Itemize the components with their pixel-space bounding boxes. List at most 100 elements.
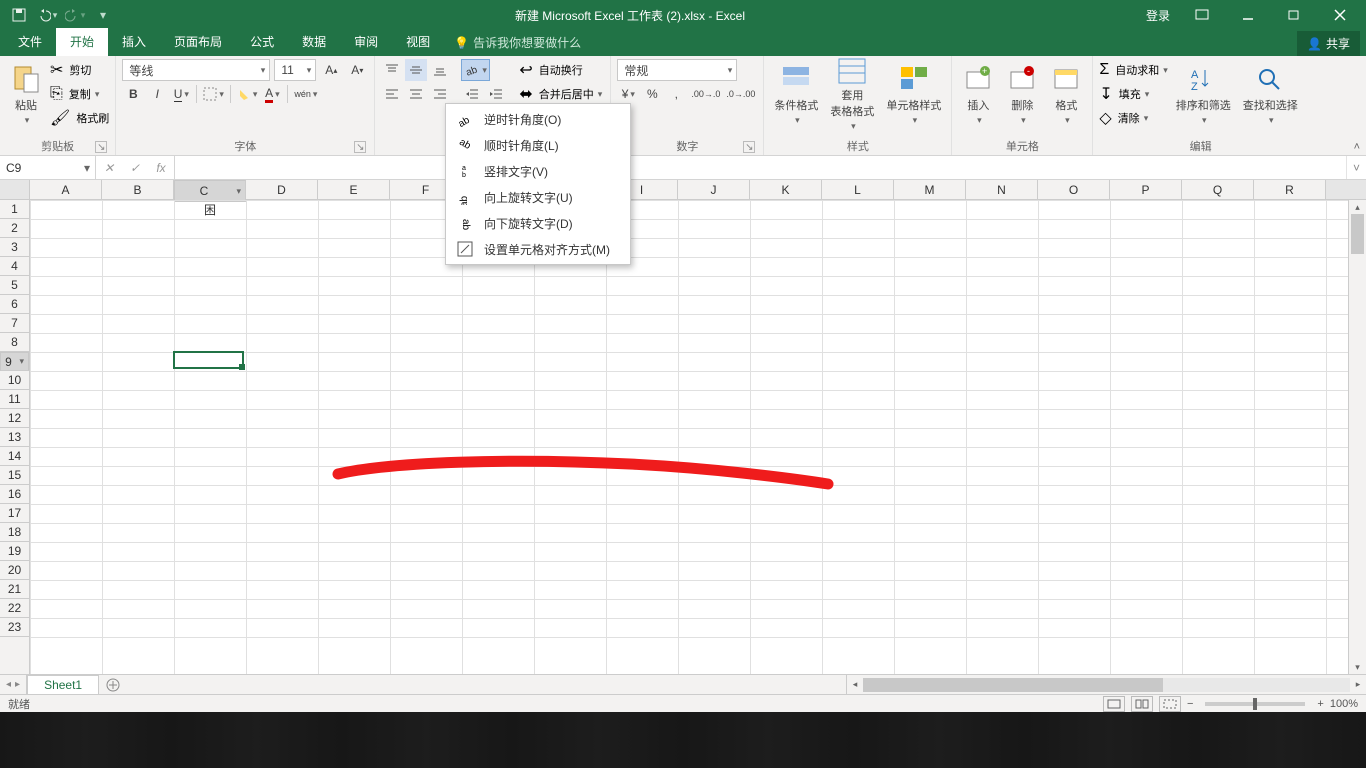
col-header-R[interactable]: R	[1254, 180, 1326, 199]
view-normal-icon[interactable]	[1103, 696, 1125, 712]
number-dialog-icon[interactable]: ↘	[743, 141, 755, 153]
zoom-slider[interactable]	[1205, 702, 1305, 706]
row-header-3[interactable]: 3	[0, 238, 29, 257]
row-header-5[interactable]: 5	[0, 276, 29, 295]
col-header-P[interactable]: P	[1110, 180, 1182, 199]
sheet-tab-1[interactable]: Sheet1	[27, 675, 99, 694]
row-header-13[interactable]: 13	[0, 428, 29, 447]
expand-formula-bar-icon[interactable]: ˅	[1346, 156, 1366, 179]
decrease-font-icon[interactable]: A▾	[346, 59, 368, 81]
align-top-icon[interactable]	[381, 59, 403, 81]
orientation-rotate-down[interactable]: ab向下旋转文字(D)	[446, 210, 630, 236]
border-button[interactable]: ▾	[201, 83, 226, 105]
scroll-up-icon[interactable]: ▴	[1349, 200, 1366, 214]
conditional-format-button[interactable]: 条件格式▾	[770, 59, 822, 129]
insert-cells-button[interactable]: +插入▾	[958, 59, 998, 129]
row-header-11[interactable]: 11	[0, 390, 29, 409]
col-header-N[interactable]: N	[966, 180, 1038, 199]
tell-me-search[interactable]: 💡告诉我你想要做什么	[444, 29, 591, 56]
tab-page-layout[interactable]: 页面布局	[160, 28, 236, 56]
share-button[interactable]: 👤共享	[1297, 31, 1360, 56]
align-middle-icon[interactable]	[405, 59, 427, 81]
tab-view[interactable]: 视图	[392, 28, 444, 56]
scroll-right-icon[interactable]: ▸	[1350, 679, 1366, 690]
row-header-22[interactable]: 22	[0, 599, 29, 618]
add-sheet-button[interactable]	[99, 675, 127, 694]
table-format-button[interactable]: 套用 表格格式▾	[826, 59, 878, 129]
align-right-icon[interactable]	[429, 83, 451, 105]
phonetic-button[interactable]: wén▾	[292, 83, 319, 105]
orientation-vertical[interactable]: ab竖排文字(V)	[446, 158, 630, 184]
find-select-button[interactable]: 查找和选择▾	[1239, 59, 1302, 129]
select-all-corner[interactable]	[0, 180, 30, 199]
clear-button[interactable]: ◇清除▾	[1099, 107, 1167, 129]
decrease-indent-icon[interactable]	[461, 83, 483, 105]
autosum-button[interactable]: Σ自动求和▾	[1099, 59, 1167, 81]
name-box[interactable]: C9▾	[0, 156, 96, 179]
customize-qat-icon[interactable]: ▾	[92, 4, 114, 26]
view-page-break-icon[interactable]	[1159, 696, 1181, 712]
percent-format-icon[interactable]: %	[641, 83, 663, 105]
collapse-ribbon-icon[interactable]: ˄	[1354, 141, 1360, 153]
col-header-E[interactable]: E	[318, 180, 390, 199]
row-header-21[interactable]: 21	[0, 580, 29, 599]
increase-font-icon[interactable]: A▴	[320, 59, 342, 81]
fill-color-button[interactable]: ▾	[235, 83, 260, 105]
zoom-out-icon[interactable]: −	[1187, 698, 1193, 710]
scroll-left-icon[interactable]: ◂	[847, 679, 863, 690]
increase-decimal-icon[interactable]: .00→.0	[689, 83, 722, 105]
enter-formula-icon[interactable]: ✓	[122, 161, 148, 175]
col-header-A[interactable]: A	[30, 180, 102, 199]
merge-center-button[interactable]: ⬌合并后居中▾	[519, 83, 602, 105]
tab-insert[interactable]: 插入	[108, 28, 160, 56]
delete-cells-button[interactable]: -删除▾	[1002, 59, 1042, 129]
fill-button[interactable]: ↧填充▾	[1099, 83, 1167, 105]
copy-button[interactable]: ⎘复制▾	[50, 83, 109, 105]
row-header-14[interactable]: 14	[0, 447, 29, 466]
comma-format-icon[interactable]: ,	[665, 83, 687, 105]
font-color-button[interactable]: A▾	[261, 83, 283, 105]
col-header-Q[interactable]: Q	[1182, 180, 1254, 199]
sort-filter-button[interactable]: AZ排序和筛选▾	[1172, 59, 1235, 129]
cancel-formula-icon[interactable]: ✕	[96, 161, 122, 175]
sheet-nav-first-icon[interactable]: ◂	[6, 679, 11, 690]
tab-review[interactable]: 审阅	[340, 28, 392, 56]
align-bottom-icon[interactable]	[429, 59, 451, 81]
paste-button[interactable]: 粘贴▾	[6, 59, 46, 129]
col-header-M[interactable]: M	[894, 180, 966, 199]
row-header-9[interactable]: 9	[0, 352, 29, 371]
orientation-rotate-up[interactable]: ab向上旋转文字(U)	[446, 184, 630, 210]
col-header-B[interactable]: B	[102, 180, 174, 199]
hscroll-thumb[interactable]	[863, 678, 1163, 692]
decrease-decimal-icon[interactable]: .0→.00	[724, 83, 757, 105]
vertical-scrollbar[interactable]: ▴ ▾	[1348, 200, 1366, 674]
row-header-10[interactable]: 10	[0, 371, 29, 390]
col-header-L[interactable]: L	[822, 180, 894, 199]
row-header-8[interactable]: 8	[0, 333, 29, 352]
align-center-icon[interactable]	[405, 83, 427, 105]
row-header-23[interactable]: 23	[0, 618, 29, 637]
formula-input[interactable]	[175, 156, 1346, 179]
insert-function-icon[interactable]: fx	[148, 161, 174, 175]
row-header-7[interactable]: 7	[0, 314, 29, 333]
accounting-format-icon[interactable]: ¥▾	[617, 83, 639, 105]
format-cells-button[interactable]: 格式▾	[1046, 59, 1086, 129]
col-header-C[interactable]: C	[174, 180, 246, 202]
cell-styles-button[interactable]: 单元格样式▾	[882, 59, 945, 129]
row-header-20[interactable]: 20	[0, 561, 29, 580]
tab-data[interactable]: 数据	[288, 28, 340, 56]
col-header-D[interactable]: D	[246, 180, 318, 199]
increase-indent-icon[interactable]	[485, 83, 507, 105]
font-size-select[interactable]: 11	[274, 59, 316, 81]
row-header-18[interactable]: 18	[0, 523, 29, 542]
row-header-17[interactable]: 17	[0, 504, 29, 523]
close-icon[interactable]	[1318, 0, 1362, 30]
maximize-icon[interactable]	[1272, 0, 1316, 30]
horizontal-scrollbar[interactable]: ◂ ▸	[846, 675, 1366, 694]
col-header-O[interactable]: O	[1038, 180, 1110, 199]
col-header-J[interactable]: J	[678, 180, 750, 199]
underline-button[interactable]: U▾	[170, 83, 192, 105]
orientation-cw[interactable]: ab顺时针角度(L)	[446, 132, 630, 158]
scroll-down-icon[interactable]: ▾	[1349, 660, 1366, 674]
wrap-text-button[interactable]: ↩自动换行	[519, 59, 602, 81]
